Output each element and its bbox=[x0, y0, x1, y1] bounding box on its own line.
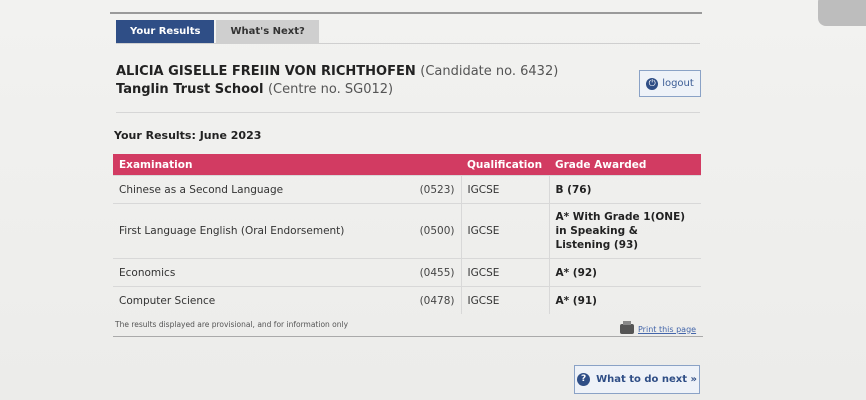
centre-number: (Centre no. SG012) bbox=[267, 82, 394, 97]
header-examination: Examination bbox=[113, 154, 461, 176]
printer-icon bbox=[620, 321, 634, 334]
grade-cell: A* (91) bbox=[548, 286, 701, 314]
qualification-cell: IGCSE bbox=[460, 175, 549, 204]
table-header-row: Examination Qualification Grade Awarded bbox=[113, 154, 701, 176]
code-cell: (0523) bbox=[413, 175, 461, 204]
code-cell: (0478) bbox=[413, 286, 461, 314]
qualification-cell: IGCSE bbox=[460, 286, 549, 314]
table-row: Economics (0455) IGCSE A* (92) bbox=[113, 258, 701, 287]
subject-cell: Economics bbox=[113, 258, 413, 287]
grade-cell: A* (92) bbox=[548, 258, 701, 287]
grade-cell: B (76) bbox=[548, 175, 701, 204]
candidate-line: ALICIA GISELLE FREIIN VON RICHTHOFEN (Ca… bbox=[116, 64, 558, 79]
provisional-footnote: The results displayed are provisional, a… bbox=[115, 320, 349, 329]
corner-decoration bbox=[818, 0, 866, 26]
candidate-name: ALICIA GISELLE FREIIN VON RICHTHOFEN bbox=[116, 64, 416, 79]
school-name: Tanglin Trust School bbox=[116, 82, 264, 97]
help-icon: ? bbox=[577, 373, 591, 386]
top-rule bbox=[110, 12, 702, 14]
grade-cell: A* With Grade 1(ONE) in Speaking & Liste… bbox=[548, 203, 701, 259]
tab-bar: Your Results What's Next? bbox=[116, 20, 319, 43]
code-cell: (0455) bbox=[413, 258, 461, 287]
logout-button[interactable]: ⏻ logout bbox=[639, 70, 701, 97]
code-cell: (0500) bbox=[413, 203, 461, 259]
next-button-label: What to do next » bbox=[596, 374, 697, 385]
print-page-link[interactable]: Print this page bbox=[620, 321, 697, 334]
results-table: Examination Qualification Grade Awarded … bbox=[113, 154, 701, 314]
table-row: Chinese as a Second Language (0523) IGCS… bbox=[113, 175, 701, 204]
subject-cell: First Language English (Oral Endorsement… bbox=[113, 203, 413, 259]
tab-whats-next[interactable]: What's Next? bbox=[216, 20, 319, 43]
logout-label: logout bbox=[662, 78, 694, 89]
table-row: First Language English (Oral Endorsement… bbox=[113, 203, 701, 259]
subject-cell: Chinese as a Second Language bbox=[113, 175, 413, 204]
tab-underline bbox=[116, 43, 700, 44]
what-to-do-next-button[interactable]: ? What to do next » bbox=[574, 365, 700, 394]
candidate-number: (Candidate no. 6432) bbox=[420, 64, 559, 79]
qualification-cell: IGCSE bbox=[460, 203, 549, 259]
table-row: Computer Science (0478) IGCSE A* (91) bbox=[113, 286, 701, 314]
school-line: Tanglin Trust School (Centre no. SG012) bbox=[116, 82, 393, 97]
print-label: Print this page bbox=[638, 324, 697, 334]
logout-icon: ⏻ bbox=[646, 77, 659, 90]
header-grade: Grade Awarded bbox=[549, 154, 701, 176]
subject-cell: Computer Science bbox=[113, 286, 413, 314]
footer-divider bbox=[113, 336, 703, 337]
qualification-cell: IGCSE bbox=[460, 258, 549, 287]
section-divider bbox=[116, 112, 700, 113]
tab-your-results[interactable]: Your Results bbox=[116, 20, 215, 43]
results-title: Your Results: June 2023 bbox=[114, 129, 262, 142]
header-qualification: Qualification bbox=[461, 154, 549, 176]
